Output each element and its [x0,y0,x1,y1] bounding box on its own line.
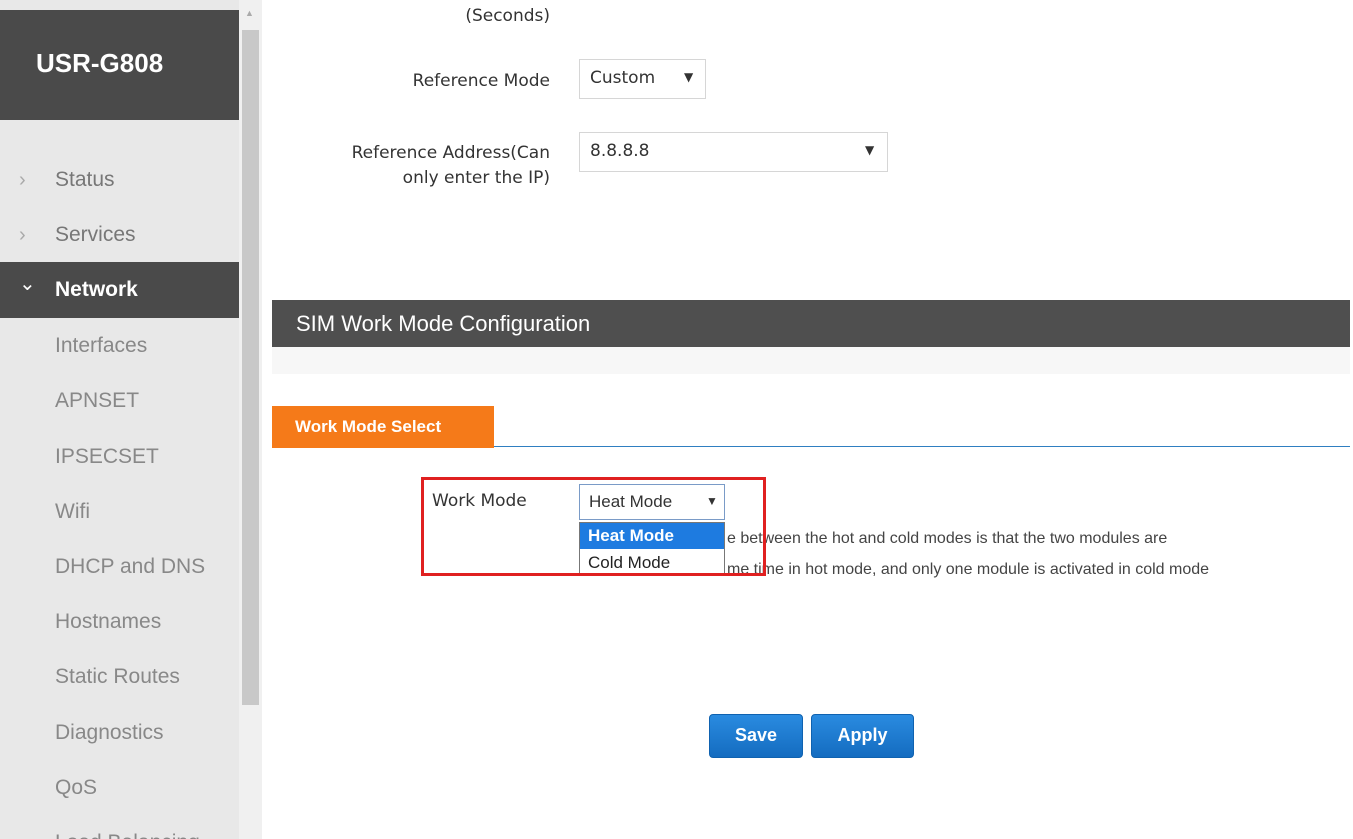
sidebar-item-dhcp-dns[interactable]: DHCP and DNS [0,539,239,594]
mode-description-line2: me time in hot mode, and only one module… [727,561,1210,578]
sidebar-item-load-balancing[interactable]: Load Balancing [0,815,239,839]
sidebar-item-static-routes[interactable]: Static Routes [0,649,239,704]
section-header: SIM Work Mode Configuration [272,300,1350,347]
nav-item-label: Status [55,168,115,191]
nav-item-label: Services [55,223,136,246]
reference-mode-select[interactable]: Custom ▼ [579,59,706,99]
work-mode-dropdown-list: Heat Mode Cold Mode [579,522,725,576]
mode-description-line1: e between the hot and cold modes is that… [727,530,1168,547]
chevron-right-icon: › [19,224,26,246]
dropdown-arrow-icon: ▼ [706,494,718,508]
chevron-down-icon: ⌄ [19,273,36,295]
dropdown-arrow-icon: ▼ [684,70,694,84]
work-mode-value: Heat Mode [589,492,673,511]
sidebar-item-ipsecset[interactable]: IPSECSET [0,429,239,484]
reference-address-label-line1: Reference Address(Can [351,143,550,163]
chevron-right-icon: › [19,169,26,191]
sidebar-item-diagnostics[interactable]: Diagnostics [0,705,239,760]
nav-item-services[interactable]: › Services [0,207,239,263]
work-mode-select[interactable]: Heat Mode ▼ [579,484,725,520]
sidebar-item-apnset[interactable]: APNSET [0,373,239,428]
reference-mode-label: Reference Mode [412,71,550,91]
apply-button[interactable]: Apply [811,714,914,758]
save-button[interactable]: Save [709,714,803,758]
nav-item-label: Network [55,278,138,301]
option-heat-mode[interactable]: Heat Mode [580,523,724,549]
section-title: SIM Work Mode Configuration [296,311,591,336]
sidebar-item-interfaces[interactable]: Interfaces [0,318,239,373]
sidebar-item-hostnames[interactable]: Hostnames [0,594,239,649]
reference-address-label-line2: only enter the IP) [402,168,550,188]
scrollbar-thumb[interactable] [242,30,259,705]
brand-header: USR-G808 [0,10,239,120]
sidebar-scrollbar[interactable]: ▲ [239,0,262,839]
tab-work-mode-select[interactable]: Work Mode Select [272,406,494,448]
interval-unit-label: (Seconds) [465,6,550,26]
dropdown-arrow-icon: ▼ [865,143,875,157]
sidebar-item-wifi[interactable]: Wifi [0,484,239,539]
section-spacer [272,347,1350,374]
tab-label: Work Mode Select [295,417,442,436]
brand-title: USR-G808 [36,48,164,78]
work-mode-label: Work Mode [432,491,527,511]
option-cold-mode[interactable]: Cold Mode [580,550,724,576]
nav-item-network[interactable]: ⌄ Network [0,262,239,318]
sidebar-item-qos[interactable]: QoS [0,760,239,815]
reference-address-select[interactable]: 8.8.8.8 ▼ [579,132,888,172]
nav-item-status[interactable]: › Status [0,152,239,208]
reference-mode-value: Custom [590,68,656,88]
reference-address-value: 8.8.8.8 [590,141,650,161]
sidebar: USR-G808 › Status › Services ⌄ Network I… [0,0,239,839]
